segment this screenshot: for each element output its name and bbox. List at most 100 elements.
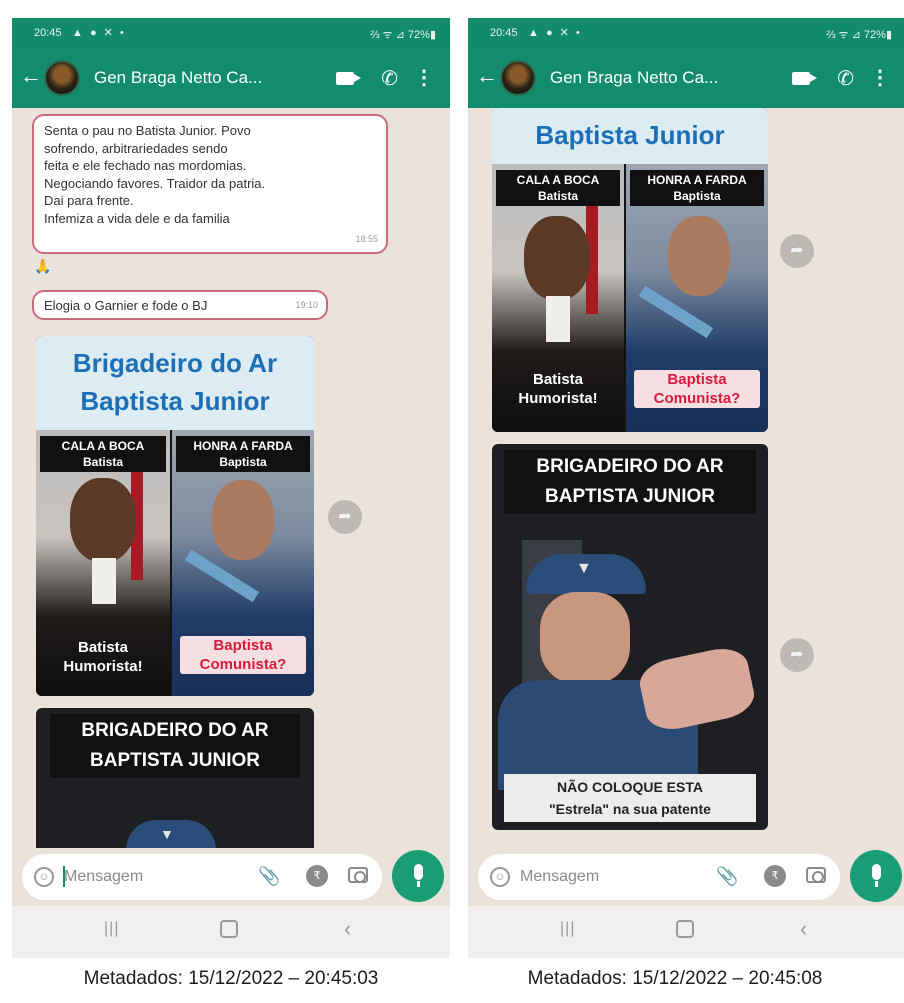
voice-call-icon[interactable]: ✆ bbox=[837, 66, 854, 91]
message-line: Senta o pau no Batista Junior. Povo bbox=[44, 123, 251, 138]
meme-caption-line: Baptista bbox=[667, 371, 727, 388]
meme-caption-line: Comunista? bbox=[199, 656, 287, 673]
meme-caption: Batista Humorista! bbox=[36, 638, 170, 676]
composer-bar: ☺ Mensagem 📎 ₹ bbox=[12, 848, 450, 906]
meme-header: Baptista Junior bbox=[492, 108, 768, 164]
nav-back-icon[interactable]: ‹ bbox=[800, 916, 807, 942]
meme-tag-line: HONRA A FARDA bbox=[193, 439, 293, 453]
forward-icon[interactable]: ➦ bbox=[780, 638, 814, 672]
meme-header: Brigadeiro do Ar Baptista Junior bbox=[36, 336, 314, 430]
meme-tag-line: CALA A BOCA bbox=[516, 173, 600, 187]
microphone-button[interactable] bbox=[850, 850, 902, 902]
collar-shape bbox=[92, 558, 116, 604]
contact-name[interactable]: Gen Braga Netto Ca... bbox=[550, 68, 718, 88]
metadata-caption: Metadados: 15/12/2022 – 20:45:03 bbox=[83, 968, 379, 989]
meme-caption-line: Baptista bbox=[213, 637, 273, 654]
message-input[interactable]: ☺ Mensagem 📎 ₹ bbox=[478, 854, 840, 900]
meme-caption-line: Batista bbox=[532, 371, 584, 388]
status-bar: 20:45 ▲ ● ✕ • ⅔ ᯤ ⊿ 72%▮ bbox=[468, 18, 904, 48]
camera-icon[interactable] bbox=[806, 867, 826, 883]
photo-panel-left: CALA A BOCA Batista Batista Humorista! bbox=[492, 164, 624, 432]
contact-avatar[interactable] bbox=[500, 60, 536, 96]
composer-bar: ☺ Mensagem 📎 ₹ bbox=[468, 848, 904, 906]
reaction-icon[interactable]: 🙏 bbox=[34, 258, 51, 275]
message-timestamp: 18:55 bbox=[355, 233, 378, 244]
camera-icon[interactable] bbox=[348, 867, 368, 883]
contact-name[interactable]: Gen Braga Netto Ca... bbox=[94, 68, 262, 88]
recent-apps-icon[interactable]: ||| bbox=[560, 920, 575, 938]
face-shape bbox=[540, 592, 630, 684]
video-call-icon[interactable] bbox=[792, 72, 817, 85]
meme-tag-line: Baptista bbox=[219, 455, 267, 469]
meme-tag: CALA A BOCA Batista bbox=[496, 170, 620, 206]
meme-caption-line: Batista bbox=[77, 639, 129, 656]
face-shape bbox=[668, 216, 730, 296]
message-bubble[interactable]: Elogia o Garnier e fode o BJ 19:10 bbox=[32, 290, 328, 320]
meme-image[interactable]: BRIGADEIRO DO AR BAPTISTA JUNIOR ▼ NÃO C… bbox=[492, 444, 768, 830]
meme-image[interactable]: Brigadeiro do Ar Baptista Junior CALA A … bbox=[36, 336, 314, 696]
meme-title: BRIGADEIRO DO AR BAPTISTA JUNIOR bbox=[504, 450, 756, 514]
more-options-icon[interactable]: ⋮ bbox=[870, 65, 890, 90]
collar-shape bbox=[546, 296, 570, 342]
meme-title: BRIGADEIRO DO AR BAPTISTA JUNIOR bbox=[50, 714, 300, 778]
message-placeholder: Mensagem bbox=[64, 868, 144, 885]
status-time: 20:45 bbox=[34, 27, 62, 39]
meme-title-line: BRIGADEIRO DO AR bbox=[81, 720, 269, 741]
payment-icon[interactable]: ₹ bbox=[764, 865, 786, 887]
meme-caption-line: Humorista! bbox=[63, 658, 143, 675]
recent-apps-icon[interactable]: ||| bbox=[104, 920, 119, 938]
voice-call-icon[interactable]: ✆ bbox=[381, 66, 398, 91]
meme-tag-line: CALA A BOCA bbox=[61, 439, 145, 453]
payment-icon[interactable]: ₹ bbox=[306, 865, 328, 887]
back-arrow-icon[interactable]: ← bbox=[20, 64, 42, 88]
notification-icons: ▲ ● ✕ • bbox=[528, 27, 582, 39]
meme-tag-line: Batista bbox=[82, 455, 123, 469]
chat-header: ← Gen Braga Netto Ca... ✆ ⋮ bbox=[468, 48, 904, 108]
meme-title-line: BAPTISTA JUNIOR bbox=[90, 750, 260, 771]
contact-avatar[interactable] bbox=[44, 60, 80, 96]
more-options-icon[interactable]: ⋮ bbox=[414, 65, 434, 90]
meme-caption: Baptista Comunista? bbox=[634, 370, 760, 408]
forward-icon[interactable]: ➦ bbox=[328, 500, 362, 534]
message-line: Dai para frente. bbox=[44, 193, 134, 208]
meme-caption-line: Humorista! bbox=[518, 390, 598, 407]
video-call-icon[interactable] bbox=[336, 72, 361, 85]
meme-tag-line: HONRA A FARDA bbox=[647, 173, 747, 187]
meme-image[interactable]: BRIGADEIRO DO AR BAPTISTA JUNIOR ▼ bbox=[36, 708, 314, 848]
attach-icon[interactable]: 📎 bbox=[258, 866, 280, 887]
meme-caption: Batista Humorista! bbox=[492, 370, 624, 408]
meme-tag-line: Batista bbox=[537, 189, 578, 203]
message-line: feita e ele fechado nas mordomias. bbox=[44, 158, 247, 173]
notification-icons: ▲ ● ✕ • bbox=[72, 27, 126, 39]
meme-tag-line: Baptista bbox=[673, 189, 721, 203]
android-nav-bar: ||| ‹ bbox=[468, 906, 904, 958]
microphone-button[interactable] bbox=[392, 850, 444, 902]
meme-caption-line: Comunista? bbox=[653, 390, 741, 407]
message-bubble[interactable]: Senta o pau no Batista Junior. Povo sofr… bbox=[32, 114, 388, 254]
message-timestamp: 19:10 bbox=[295, 299, 318, 310]
message-list: Baptista Junior CALA A BOCA Batista Bati… bbox=[468, 108, 904, 848]
meme-tag: HONRA A FARDA Baptista bbox=[630, 170, 764, 206]
attach-icon[interactable]: 📎 bbox=[716, 866, 738, 887]
nav-back-icon[interactable]: ‹ bbox=[344, 916, 351, 942]
emoji-icon[interactable]: ☺ bbox=[490, 867, 510, 887]
meme-bottom-line: "Estrela" na sua patente bbox=[549, 801, 711, 817]
meme-tag: HONRA A FARDA Baptista bbox=[176, 436, 310, 472]
chat-header: ← Gen Braga Netto Ca... ✆ ⋮ bbox=[12, 48, 450, 108]
home-icon[interactable] bbox=[220, 920, 238, 938]
meme-bottom-line: NÃO COLOQUE ESTA bbox=[557, 779, 703, 795]
meme-tag: CALA A BOCA Batista bbox=[40, 436, 166, 472]
photo-panel-right: HONRA A FARDA Baptista Baptista Comunist… bbox=[172, 430, 314, 696]
message-line: Negociando favores. Traidor da patria. bbox=[44, 175, 266, 191]
meme-header-line: Brigadeiro do Ar bbox=[72, 348, 278, 378]
emoji-icon[interactable]: ☺ bbox=[34, 867, 54, 887]
home-icon[interactable] bbox=[676, 920, 694, 938]
left-screenshot: 20:45 ▲ ● ✕ • ⅔ ᯤ ⊿ 72%▮ ← Gen Braga Net… bbox=[12, 18, 450, 958]
forward-icon[interactable]: ➦ bbox=[780, 234, 814, 268]
back-arrow-icon[interactable]: ← bbox=[476, 64, 498, 88]
insignia-shape: ▼ bbox=[576, 560, 592, 577]
message-input[interactable]: ☺ Mensagem 📎 ₹ bbox=[22, 854, 382, 900]
photo-panel-left: CALA A BOCA Batista Batista Humorista! bbox=[36, 430, 170, 696]
hand-shape bbox=[635, 643, 759, 735]
meme-image[interactable]: Baptista Junior CALA A BOCA Batista Bati… bbox=[492, 108, 768, 432]
